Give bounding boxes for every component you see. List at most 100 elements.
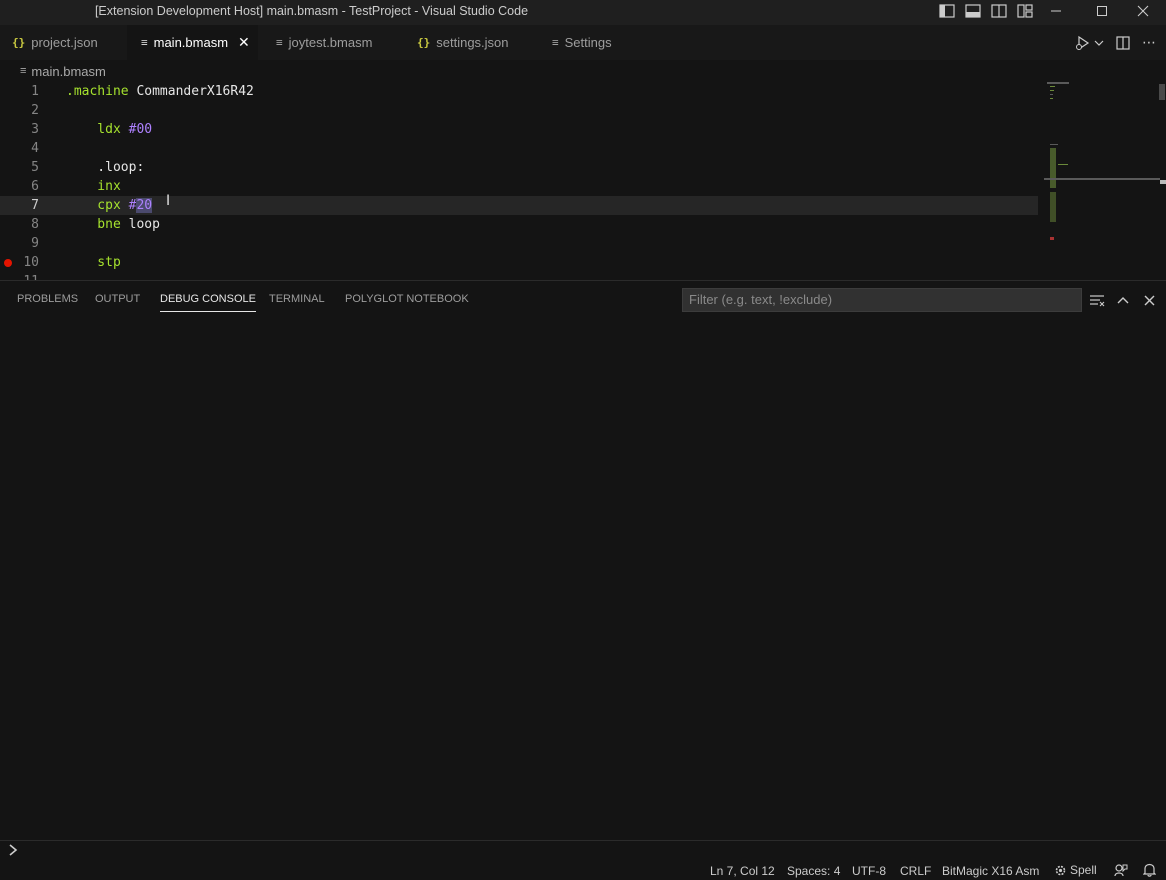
- code-token: cpx: [66, 198, 121, 213]
- window-title: [Extension Development Host] main.bmasm …: [94, 4, 529, 18]
- chevron-up-icon: [1117, 297, 1129, 304]
- code-line[interactable]: 5 .loop:: [0, 158, 1038, 177]
- toggle-secondary-sidebar-icon[interactable]: [986, 4, 1012, 18]
- tab-settings-json[interactable]: {} settings.json: [400, 25, 535, 60]
- tab-polyglot-notebook[interactable]: POLYGLOT NOTEBOOK: [345, 281, 469, 316]
- code-token: #: [120, 198, 137, 213]
- indentation[interactable]: Spaces: 4: [787, 860, 840, 880]
- tab-debug-console[interactable]: DEBUG CONSOLE: [160, 281, 256, 316]
- code-line[interactable]: 10 stp: [0, 253, 1038, 272]
- tab-settings[interactable]: ≡ Settings: [535, 25, 645, 60]
- line-code: bne loop: [66, 215, 160, 234]
- code-token: ldx: [66, 122, 121, 137]
- tab-terminal[interactable]: TERMINAL: [269, 281, 325, 316]
- line-number: 1: [31, 84, 39, 99]
- code-token: 20: [136, 198, 153, 213]
- code-line[interactable]: 7 cpx #20: [0, 196, 1038, 215]
- code-line[interactable]: 1 .machine CommanderX16R42: [0, 82, 1038, 101]
- chevron-down-icon[interactable]: [1094, 38, 1104, 48]
- line-number: 6: [31, 179, 39, 194]
- json-file-icon: {}: [417, 36, 431, 49]
- file-lines-icon: ≡: [20, 65, 27, 77]
- tab-label: main.bmasm: [153, 35, 229, 50]
- code-line[interactable]: 11: [0, 272, 1038, 280]
- code-line[interactable]: 2: [0, 101, 1038, 120]
- status-bar: Ln 7, Col 12 Spaces: 4 UTF-8 CRLF BitMag…: [0, 860, 1166, 880]
- minimap[interactable]: [1044, 82, 1160, 280]
- spell-checker[interactable]: Spell: [1054, 860, 1097, 880]
- line-number: 7: [31, 198, 39, 213]
- encoding[interactable]: UTF-8: [852, 860, 886, 880]
- maximize-icon: [1097, 6, 1107, 16]
- line-code: .machine CommanderX16R42: [66, 82, 254, 101]
- code-editor[interactable]: 1 .machine CommanderX16R42 2 3 ldx #00 4 5 .l…: [0, 82, 1166, 280]
- code-line[interactable]: 8 bne loop: [0, 215, 1038, 234]
- close-tab-icon[interactable]: ✕: [238, 34, 250, 51]
- code-token: bne: [66, 217, 121, 232]
- line-endings[interactable]: CRLF: [900, 860, 931, 880]
- tab-output[interactable]: OUTPUT: [95, 281, 140, 316]
- maximize-button[interactable]: [1079, 0, 1125, 22]
- code-line[interactable]: 6 inx: [0, 177, 1038, 196]
- close-window-button[interactable]: [1120, 0, 1166, 22]
- minimize-icon: [1051, 10, 1061, 12]
- maximize-panel-button[interactable]: [1112, 289, 1134, 311]
- code-token: stp: [66, 255, 121, 270]
- gear-icon: [1055, 865, 1066, 875]
- debug-console-input[interactable]: [0, 840, 1166, 860]
- code-token: #00: [120, 122, 153, 137]
- breadcrumb[interactable]: ≡ main.bmasm: [0, 60, 1166, 82]
- clear-console-button[interactable]: [1086, 289, 1108, 311]
- close-icon: [1144, 295, 1154, 305]
- spell-label: Spell: [1070, 863, 1097, 877]
- editor-tab-bar: {} project.json ≡ main.bmasm ✕ ≡ joytest…: [0, 25, 1166, 60]
- run-debug-icon[interactable]: [1074, 35, 1092, 51]
- filter-input[interactable]: Filter (e.g. text, !exclude): [682, 288, 1082, 312]
- code-token: .machine: [66, 84, 129, 99]
- line-number: 10: [23, 255, 39, 270]
- split-editor-icon[interactable]: [1116, 35, 1130, 50]
- breadcrumb-file[interactable]: main.bmasm: [31, 64, 105, 79]
- line-code: .loop:: [66, 158, 144, 177]
- toggle-panel-icon[interactable]: [960, 4, 986, 18]
- cursor-position[interactable]: Ln 7, Col 12: [710, 860, 775, 880]
- more-actions-icon[interactable]: ⋯: [1142, 34, 1156, 51]
- language-mode[interactable]: BitMagic X16 Asm: [942, 860, 1039, 880]
- code-line[interactable]: 3 ldx #00: [0, 120, 1038, 139]
- layout-controls: [934, 0, 1038, 22]
- close-icon: [1137, 5, 1149, 17]
- code-line[interactable]: 9: [0, 234, 1038, 253]
- minimize-button[interactable]: [1033, 0, 1079, 22]
- line-number: 8: [31, 217, 39, 232]
- tab-label: settings.json: [436, 35, 509, 50]
- feedback-icon[interactable]: [1114, 860, 1128, 880]
- code-token: inx: [66, 179, 121, 194]
- file-lines-icon: ≡: [141, 36, 148, 49]
- code-token: .loop:: [66, 160, 145, 175]
- tab-joytest-bmasm[interactable]: ≡ joytest.bmasm: [258, 25, 400, 60]
- bottom-panel: PROBLEMS OUTPUT DEBUG CONSOLE TERMINAL P…: [0, 280, 1166, 860]
- title-bar: [Extension Development Host] main.bmasm …: [0, 0, 1166, 25]
- close-panel-button[interactable]: [1138, 289, 1160, 311]
- clear-all-icon: [1090, 295, 1105, 307]
- tab-project-json[interactable]: {} project.json: [0, 25, 127, 60]
- code-token: CommanderX16R42: [128, 84, 254, 99]
- tab-problems[interactable]: PROBLEMS: [17, 281, 78, 316]
- toggle-primary-sidebar-icon[interactable]: [934, 4, 960, 18]
- code-line[interactable]: 4: [0, 139, 1038, 158]
- line-number: 5: [31, 160, 39, 175]
- chevron-right-icon: [8, 843, 18, 860]
- tab-main-bmasm[interactable]: ≡ main.bmasm ✕: [127, 25, 258, 60]
- line-number: 3: [31, 122, 39, 137]
- json-file-icon: {}: [12, 36, 26, 49]
- notifications-bell-icon[interactable]: [1143, 860, 1156, 880]
- line-code: cpx #20: [66, 196, 153, 215]
- line-code: inx: [66, 177, 121, 196]
- line-number: 4: [31, 141, 39, 156]
- editor-scrollbar[interactable]: [1158, 82, 1166, 280]
- tab-label: Settings: [564, 35, 612, 50]
- code-token: loop: [120, 217, 160, 232]
- editor-actions: ⋯: [1074, 25, 1156, 60]
- file-lines-icon: ≡: [276, 36, 283, 49]
- line-number: 11: [0, 272, 39, 280]
